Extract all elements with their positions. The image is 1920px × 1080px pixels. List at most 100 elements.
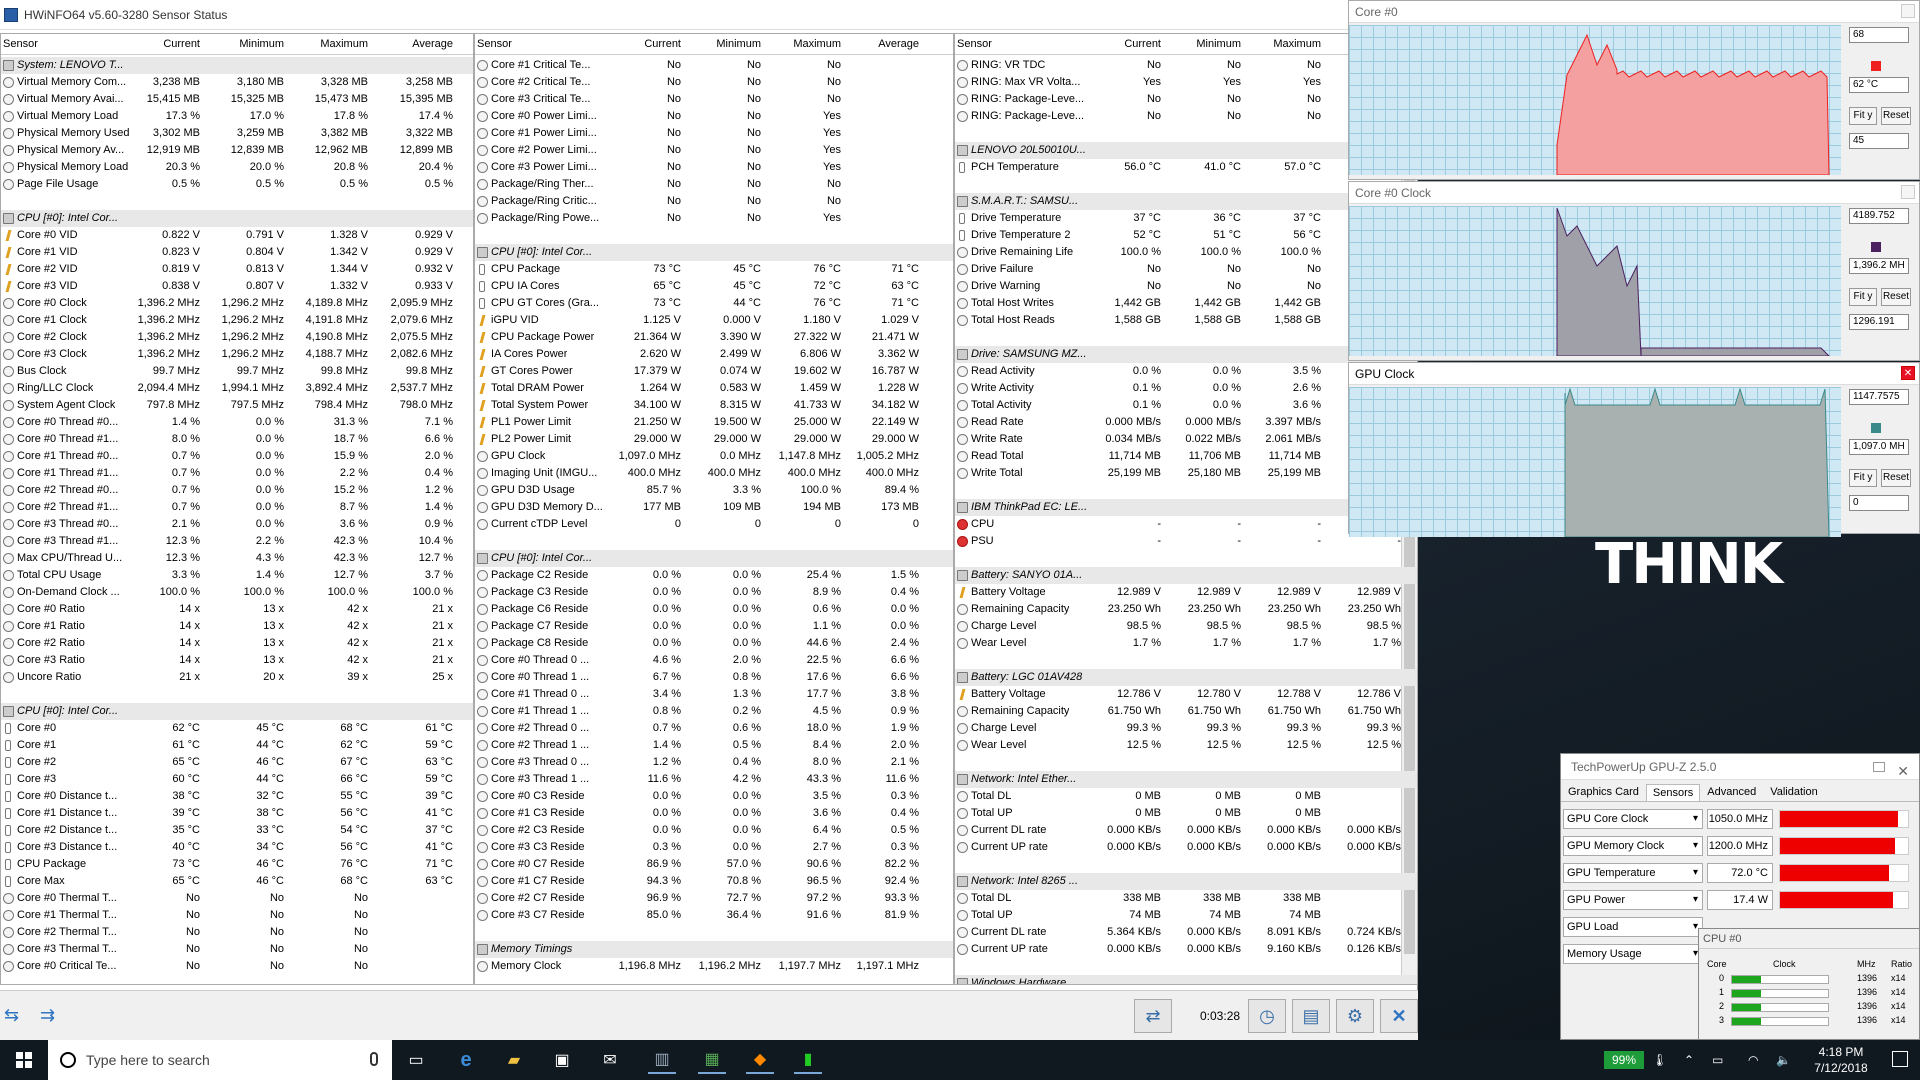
sensor-row[interactable]: Physical Memory Av... 12,919 MB 12,839 MB 1… bbox=[1, 142, 473, 159]
sensor-row[interactable]: Core #3 Thread 1 ... 11.6 % 4.2 % 43.3 % 11.… bbox=[475, 771, 953, 788]
sensor-row[interactable]: Core #0 Thread #1... 8.0 % 0.0 % 18.7 % 6.6 … bbox=[1, 431, 473, 448]
sensor-row[interactable]: GT Cores Power 17.379 W 0.074 W 19.602 W 16.… bbox=[475, 363, 953, 380]
sensor-group-header[interactable]: System: LENOVO T... bbox=[1, 57, 473, 74]
sensor-row[interactable]: Core #0 VID 0.822 V 0.791 V 1.328 V 0.929 V bbox=[1, 227, 473, 244]
sensor-row[interactable]: Bus Clock 99.7 MHz 99.7 MHz 99.8 MHz 99.8 MH… bbox=[1, 363, 473, 380]
sensor-row[interactable]: Total DL 338 MB 338 MB 338 MB bbox=[955, 890, 1417, 907]
sensor-row[interactable]: Core #0 C3 Reside 0.0 % 0.0 % 3.5 % 0.3 % bbox=[475, 788, 953, 805]
sensor-row[interactable]: Wear Level 12.5 % 12.5 % 12.5 % 12.5 % bbox=[955, 737, 1417, 754]
sensor-group-header[interactable]: CPU [#0]: Intel Cor... bbox=[475, 244, 953, 261]
sensor-row[interactable]: Package/Ring Critic... No No No bbox=[475, 193, 953, 210]
gpuz-sensor-dropdown[interactable]: GPU Load bbox=[1563, 917, 1703, 937]
sensor-row[interactable]: Total DL 0 MB 0 MB 0 MB bbox=[955, 788, 1417, 805]
sensor-row[interactable]: PL1 Power Limit 21.250 W 19.500 W 25.000 W 2… bbox=[475, 414, 953, 431]
wifi-icon[interactable]: ◠ bbox=[1748, 1040, 1758, 1080]
gpuz-sensor-dropdown[interactable]: Memory Usage bbox=[1563, 944, 1703, 964]
sensor-row[interactable]: CPU IA Cores 65 °C 45 °C 72 °C 63 °C bbox=[475, 278, 953, 295]
sensor-row[interactable]: On-Demand Clock ... 100.0 % 100.0 % 100.0 %… bbox=[1, 584, 473, 601]
sensor-row[interactable]: Current DL rate 0.000 KB/s 0.000 KB/s 0.000… bbox=[955, 822, 1417, 839]
graph-title-bar[interactable]: Core #0 Clock bbox=[1349, 182, 1919, 204]
sensor-row[interactable]: Current DL rate 5.364 KB/s 0.000 KB/s 8.091… bbox=[955, 924, 1417, 941]
sensor-row[interactable]: Total DRAM Power 1.264 W 0.583 W 1.459 W 1.2… bbox=[475, 380, 953, 397]
header-current[interactable]: Current bbox=[644, 38, 681, 50]
sensor-row[interactable]: Core #1 Thread #0... 0.7 % 0.0 % 15.9 % 2.0 … bbox=[1, 448, 473, 465]
sensor-row[interactable]: Core #3 Power Limi... No No Yes bbox=[475, 159, 953, 176]
battery-icon[interactable]: ▭ bbox=[1712, 1040, 1723, 1080]
sensor-group-header[interactable]: Battery: LGC 01AV428 bbox=[955, 669, 1417, 686]
sensor-row[interactable]: CPU GT Cores (Gra... 73 °C 44 °C 76 °C 71 °C bbox=[475, 295, 953, 312]
sensor-row[interactable]: Core #2 VID 0.819 V 0.813 V 1.344 V 0.932 V bbox=[1, 261, 473, 278]
sensor-row[interactable]: Package C8 Reside 0.0 % 0.0 % 44.6 % 2.4 % bbox=[475, 635, 953, 652]
fit-y-button[interactable]: Fit y bbox=[1849, 288, 1877, 306]
sensor-row[interactable]: Core #0 Critical Te... No No No bbox=[1, 958, 473, 975]
sensor-row[interactable]: Core #2 Ratio 14 x 13 x 42 x 21 x bbox=[1, 635, 473, 652]
mail-icon[interactable]: ✉ bbox=[596, 1046, 624, 1074]
sensor-row[interactable]: Core #3 Ratio 14 x 13 x 42 x 21 x bbox=[1, 652, 473, 669]
sensor-row[interactable]: Package C6 Reside 0.0 % 0.0 % 0.6 % 0.0 % bbox=[475, 601, 953, 618]
graph-gpu-clock[interactable]: GPU Clock ✕ 1147.7575 1,097.0 MH Fit y Reset 0 bbox=[1348, 362, 1920, 537]
sensor-row[interactable]: Core #2 Thread #1... 0.7 % 0.0 % 8.7 % 1.4 % bbox=[1, 499, 473, 516]
sensor-row[interactable]: Package/Ring Ther... No No No bbox=[475, 176, 953, 193]
close-icon[interactable] bbox=[1901, 4, 1915, 18]
sensor-row[interactable]: Package C3 Reside 0.0 % 0.0 % 8.9 % 0.4 % bbox=[475, 584, 953, 601]
header-sensor[interactable]: Sensor bbox=[957, 38, 992, 50]
title-bar[interactable]: HWiNFO64 v5.60-3280 Sensor Status bbox=[0, 0, 1418, 30]
sensor-row[interactable]: System Agent Clock 797.8 MHz 797.5 MHz 798.… bbox=[1, 397, 473, 414]
gpuz-tab[interactable]: Advanced bbox=[1700, 783, 1763, 801]
volume-icon[interactable]: 🔈 bbox=[1776, 1040, 1791, 1080]
fit-y-button[interactable]: Fit y bbox=[1849, 469, 1877, 487]
sensor-row[interactable]: Core #3 60 °C 44 °C 66 °C 59 °C bbox=[1, 771, 473, 788]
sensor-row[interactable]: Core #3 Distance t... 40 °C 34 °C 56 °C 41 °… bbox=[1, 839, 473, 856]
header-average[interactable]: Average bbox=[878, 38, 919, 50]
sensor-row[interactable]: Core #1 VID 0.823 V 0.804 V 1.342 V 0.929 V bbox=[1, 244, 473, 261]
double-arrow-icon[interactable]: ⇉ bbox=[40, 1005, 55, 1026]
sensor-row[interactable]: Core #0 Thread #0... 1.4 % 0.0 % 31.3 % 7.1 … bbox=[1, 414, 473, 431]
sensor-row[interactable]: Package C7 Reside 0.0 % 0.0 % 1.1 % 0.0 % bbox=[475, 618, 953, 635]
header-minimum[interactable]: Minimum bbox=[239, 38, 284, 50]
header-maximum[interactable]: Maximum bbox=[1273, 38, 1321, 50]
sensor-row[interactable]: Core #0 Power Limi... No No Yes bbox=[475, 108, 953, 125]
battery-percent-badge[interactable]: 99% bbox=[1604, 1051, 1644, 1069]
sensor-row[interactable]: Core #2 Clock 1,396.2 MHz 1,296.2 MHz 4,190… bbox=[1, 329, 473, 346]
thermometer-icon[interactable]: 🌡 bbox=[1652, 1040, 1667, 1080]
sensor-row[interactable]: Core #2 C7 Reside 96.9 % 72.7 % 97.2 % 93.3 … bbox=[475, 890, 953, 907]
settings-button[interactable]: ⚙ bbox=[1336, 999, 1374, 1033]
sensor-row[interactable]: Core #0 Clock 1,396.2 MHz 1,296.2 MHz 4,189… bbox=[1, 295, 473, 312]
reset-button[interactable]: Reset bbox=[1881, 469, 1911, 487]
sensor-row[interactable]: Core #2 Distance t... 35 °C 33 °C 54 °C 37 °… bbox=[1, 822, 473, 839]
sensor-row[interactable]: Charge Level 98.5 % 98.5 % 98.5 % 98.5 % bbox=[955, 618, 1417, 635]
graph-core0-clock[interactable]: Core #0 Clock 4189.752 1,396.2 MH Fit y Rese… bbox=[1348, 181, 1920, 361]
sensor-row[interactable]: Core #1 Thermal T... No No No bbox=[1, 907, 473, 924]
sensor-row[interactable]: Core #1 Power Limi... No No Yes bbox=[475, 125, 953, 142]
sensor-row[interactable]: Imaging Unit (IMGU... 400.0 MHz 400.0 MHz 4… bbox=[475, 465, 953, 482]
action-center-icon[interactable] bbox=[1892, 1051, 1908, 1067]
sensor-row[interactable]: Total UP 74 MB 74 MB 74 MB bbox=[955, 907, 1417, 924]
hwinfo-taskbar-icon[interactable]: ▥ bbox=[648, 1046, 676, 1074]
sensor-row[interactable]: Core #3 Thermal T... No No No bbox=[1, 941, 473, 958]
sensor-group-header[interactable]: Memory Timings bbox=[475, 941, 953, 958]
header-current[interactable]: Current bbox=[163, 38, 200, 50]
sensor-row[interactable]: Core #1 C3 Reside 0.0 % 0.0 % 3.6 % 0.4 % bbox=[475, 805, 953, 822]
sensor-row[interactable]: Battery Voltage 12.989 V 12.989 V 12.989 V 1… bbox=[955, 584, 1417, 601]
sensor-row[interactable]: GPU Clock 1,097.0 MHz 0.0 MHz 1,147.8 MHz 1,… bbox=[475, 448, 953, 465]
sensor-row[interactable]: Core #1 61 °C 44 °C 62 °C 59 °C bbox=[1, 737, 473, 754]
sensor-group-header[interactable]: Windows Hardware ... bbox=[955, 975, 1417, 984]
sensor-row[interactable]: Charge Level 99.3 % 99.3 % 99.3 % 99.3 % bbox=[955, 720, 1417, 737]
gpuz-sensor-dropdown[interactable]: GPU Power bbox=[1563, 890, 1703, 910]
sensor-row[interactable]: Core #2 Thread 0 ... 0.7 % 0.6 % 18.0 % 1.9 … bbox=[475, 720, 953, 737]
sensor-row[interactable]: Core #1 Critical Te... No No No bbox=[475, 57, 953, 74]
sensor-row[interactable]: Current UP rate 0.000 KB/s 0.000 KB/s 0.000… bbox=[955, 839, 1417, 856]
sensor-group-header[interactable]: Battery: SANYO 01A... bbox=[955, 567, 1417, 584]
sensor-row[interactable]: Total CPU Usage 3.3 % 1.4 % 12.7 % 3.7 % bbox=[1, 567, 473, 584]
sensor-row[interactable]: Core #3 Clock 1,396.2 MHz 1,296.2 MHz 4,188… bbox=[1, 346, 473, 363]
sensor-row[interactable]: Virtual Memory Avai... 15,415 MB 15,325 MB… bbox=[1, 91, 473, 108]
start-button[interactable] bbox=[0, 1040, 48, 1080]
sensor-row[interactable]: Core #0 C7 Reside 86.9 % 57.0 % 90.6 % 82.2 … bbox=[475, 856, 953, 873]
sensor-row[interactable]: Core #1 Ratio 14 x 13 x 42 x 21 x bbox=[1, 618, 473, 635]
sensor-row[interactable]: Total System Power 34.100 W 8.315 W 41.733 … bbox=[475, 397, 953, 414]
sensor-row[interactable]: IA Cores Power 2.620 W 2.499 W 6.806 W 3.362… bbox=[475, 346, 953, 363]
sensor-row[interactable]: Core #0 62 °C 45 °C 68 °C 61 °C bbox=[1, 720, 473, 737]
gpuz-tab[interactable]: Graphics Card bbox=[1561, 783, 1646, 801]
gpuz-sensor-dropdown[interactable]: GPU Core Clock bbox=[1563, 809, 1703, 829]
sensor-row[interactable]: Core #1 C7 Reside 94.3 % 70.8 % 96.5 % 92.4 … bbox=[475, 873, 953, 890]
